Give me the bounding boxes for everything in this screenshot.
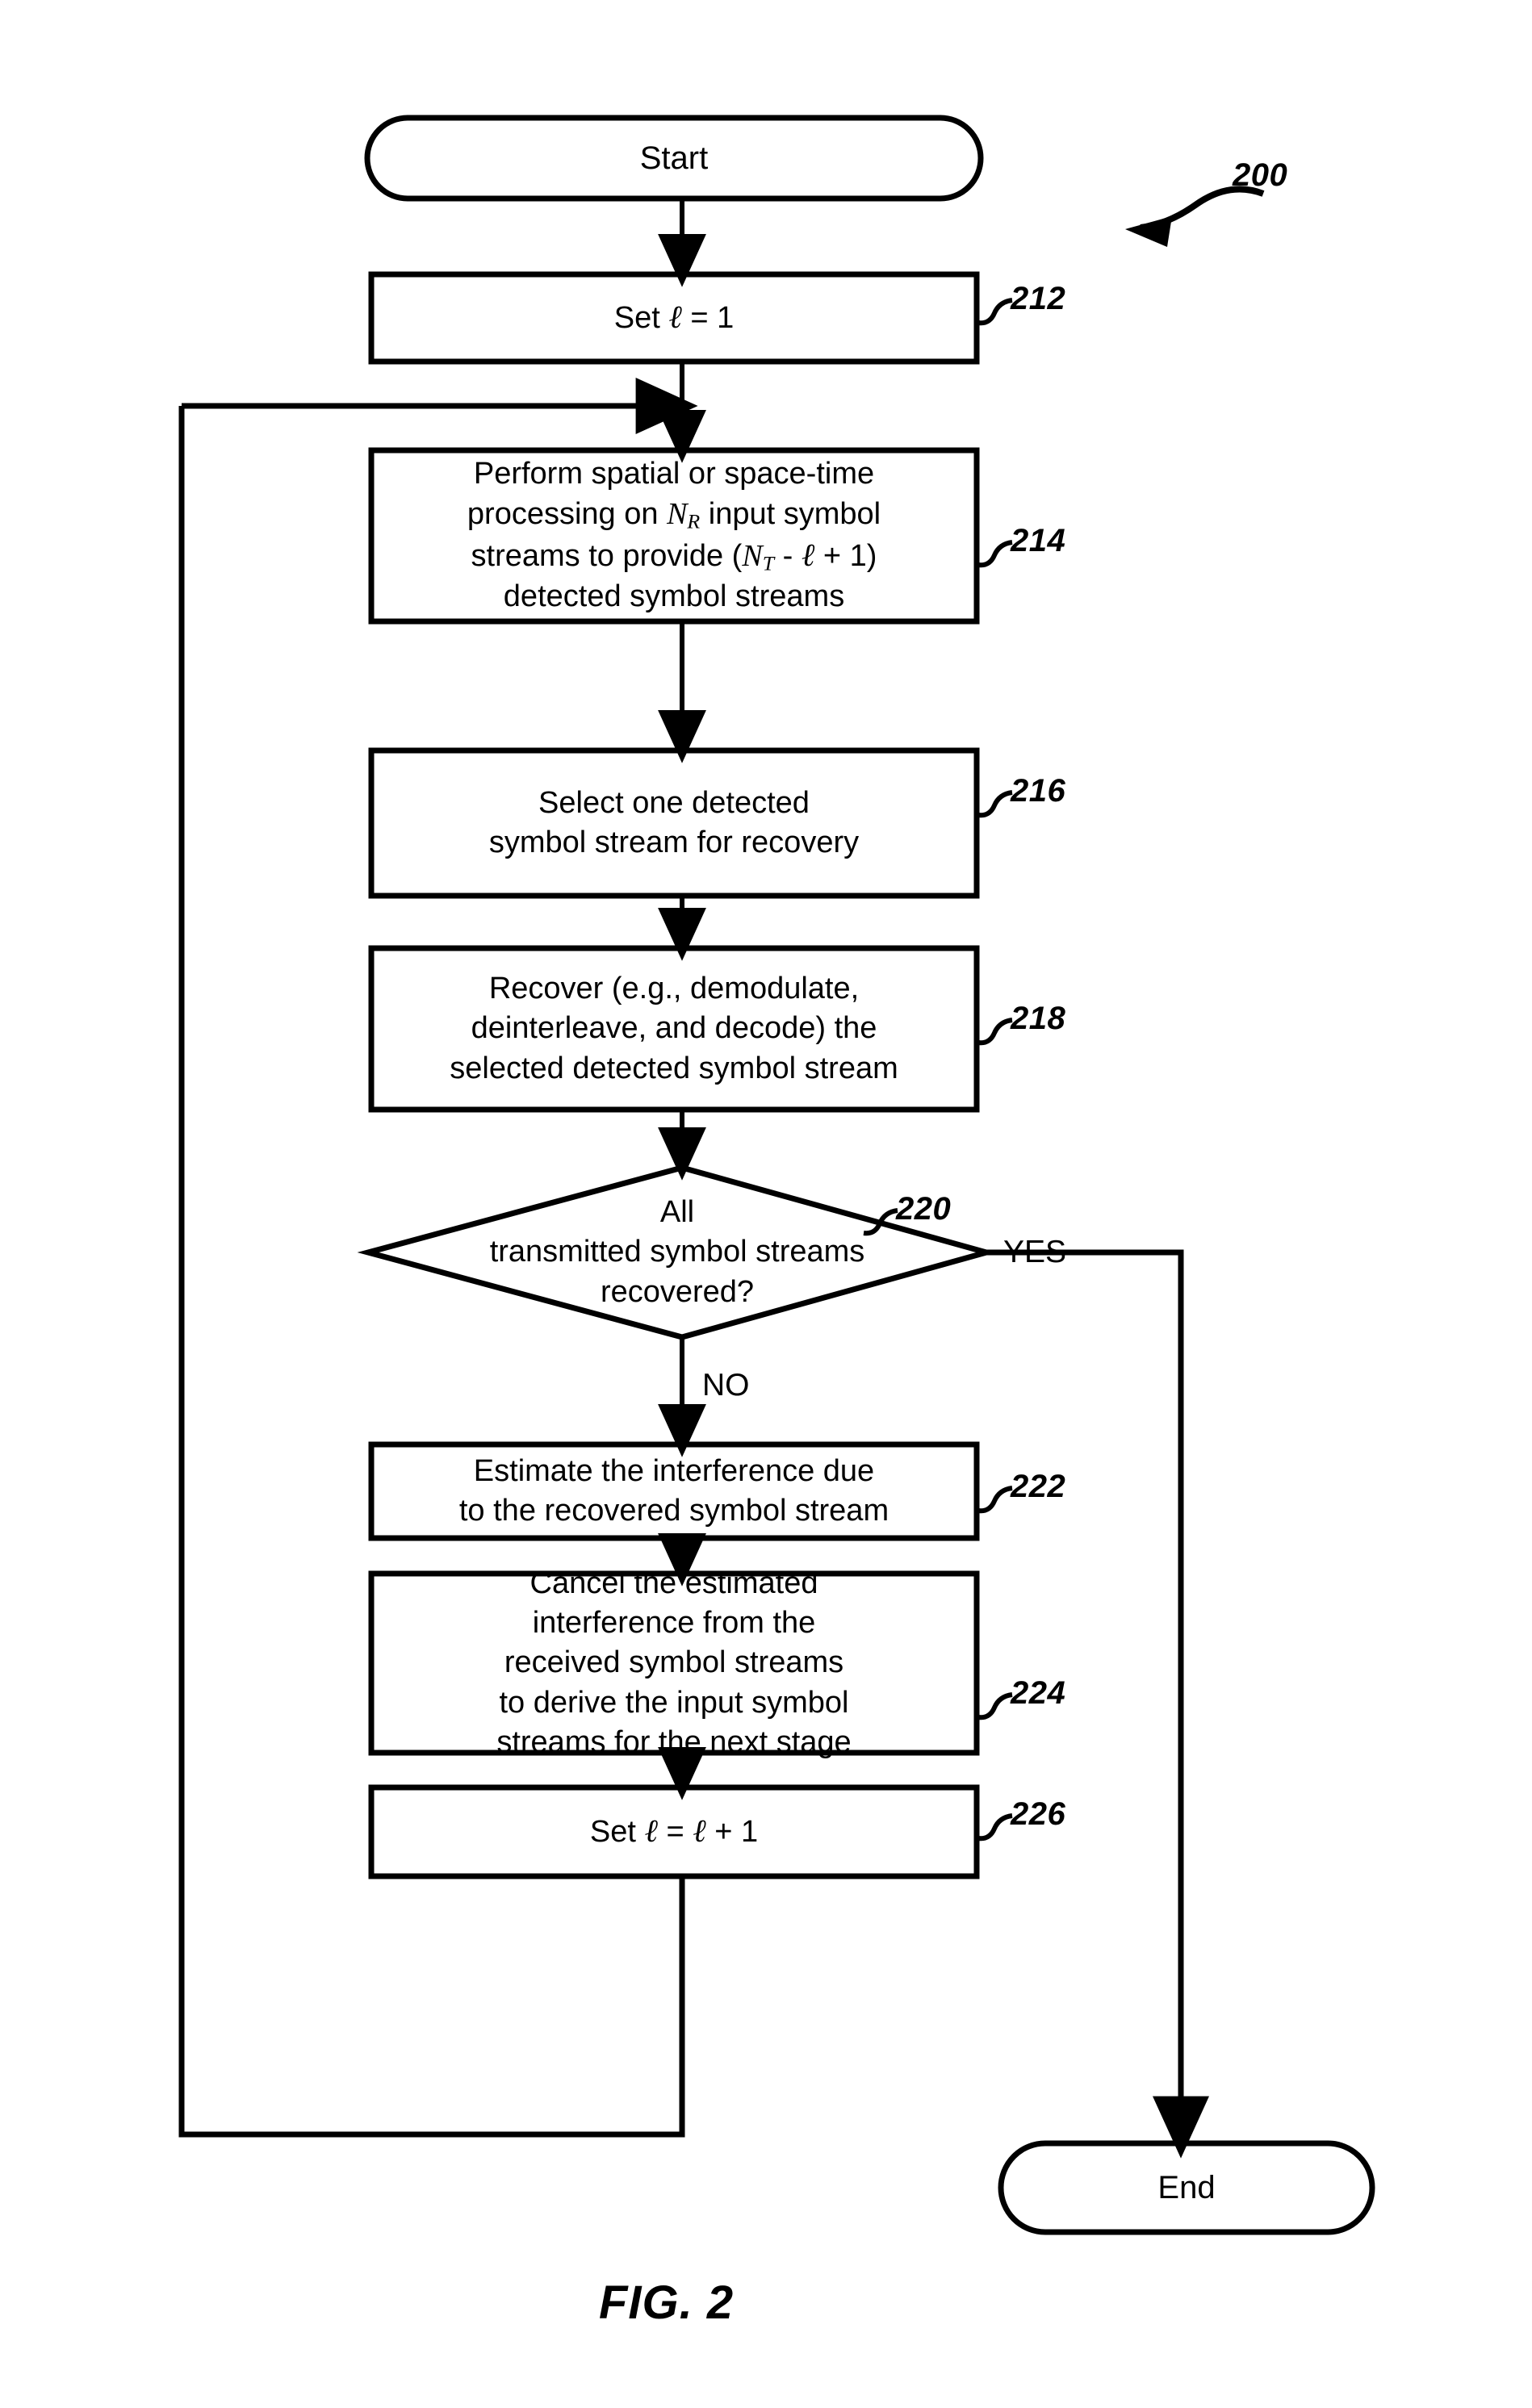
leader-218 bbox=[977, 1018, 1013, 1046]
node-step226-shape bbox=[368, 1784, 980, 1879]
reference-numeral-222: 222 bbox=[1011, 1469, 1066, 1504]
figure-page: Start Set ℓ = 1 Perform spatial or space… bbox=[0, 0, 1532, 2408]
leader-212 bbox=[977, 298, 1013, 326]
reference-numeral-212: 212 bbox=[1011, 281, 1066, 316]
reference-numeral-214: 214 bbox=[1011, 523, 1066, 558]
node-step218-shape bbox=[368, 945, 980, 1113]
leader-200-arrowhead bbox=[1125, 216, 1172, 247]
node-step224-shape bbox=[368, 1570, 980, 1756]
flowchart-geometry bbox=[178, 115, 1375, 2235]
node-end-shape bbox=[998, 2140, 1375, 2235]
node-step214-shape bbox=[368, 447, 980, 625]
node-start-shape bbox=[364, 115, 984, 202]
leader-214 bbox=[977, 540, 1013, 568]
node-step212-shape bbox=[368, 271, 980, 365]
node-step216-shape bbox=[368, 747, 980, 899]
reference-numeral-220: 220 bbox=[896, 1191, 952, 1227]
branch-label-no: NO bbox=[702, 1368, 750, 1403]
leader-224 bbox=[977, 1692, 1013, 1720]
leader-226 bbox=[977, 1813, 1013, 1842]
branch-label-yes: YES bbox=[1003, 1235, 1067, 1269]
reference-numeral-224: 224 bbox=[1011, 1675, 1066, 1711]
leader-216 bbox=[977, 790, 1013, 818]
reference-numeral-200: 200 bbox=[1233, 157, 1288, 193]
reference-numeral-218: 218 bbox=[1011, 1001, 1066, 1036]
node-decision220-shape bbox=[357, 1164, 998, 1340]
leader-222 bbox=[977, 1486, 1013, 1514]
figure-caption: FIG. 2 bbox=[599, 2276, 735, 2329]
node-step222-shape bbox=[368, 1441, 980, 1541]
reference-numeral-216: 216 bbox=[1011, 773, 1066, 809]
reference-numeral-226: 226 bbox=[1011, 1796, 1066, 1832]
